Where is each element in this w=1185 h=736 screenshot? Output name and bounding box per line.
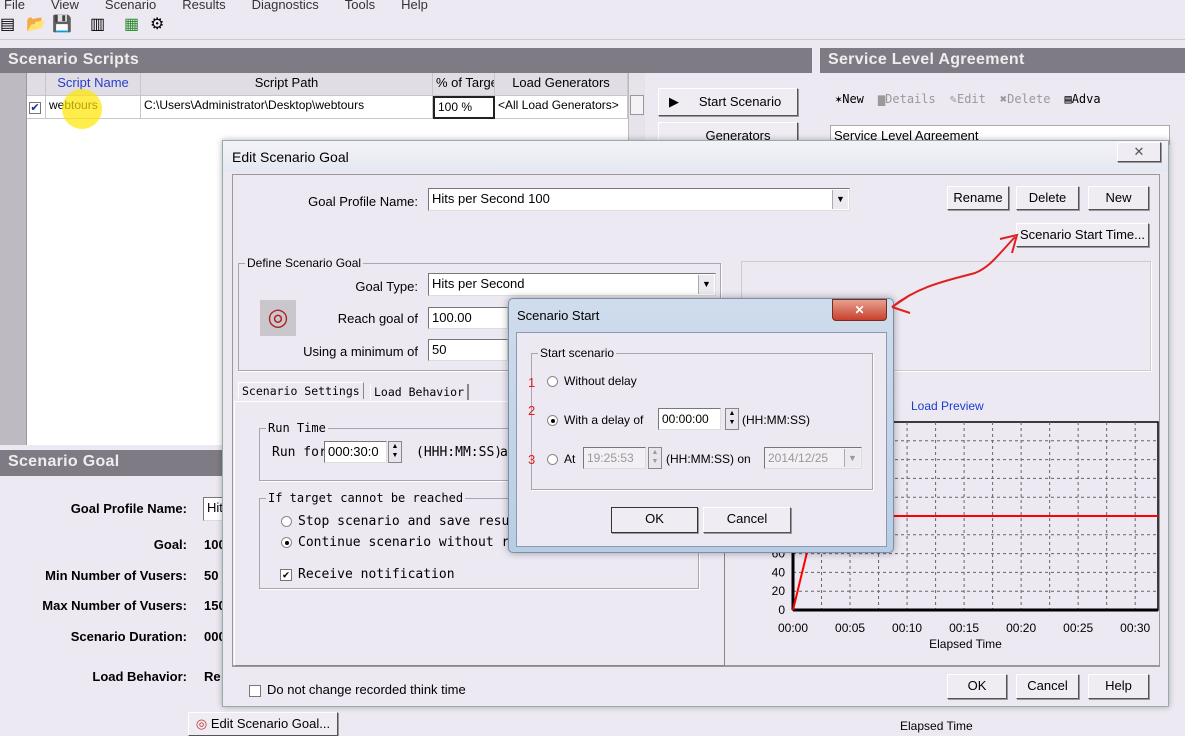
new-button[interactable]: New: [1088, 186, 1149, 210]
goal-profile-name-combo[interactable]: Hits per Second 100 ▼: [428, 188, 850, 211]
menu-results[interactable]: Results: [182, 0, 225, 12]
x-tick-label: 00:05: [835, 621, 865, 635]
annotation-2: 2: [528, 403, 536, 418]
receive-notification-checkbox[interactable]: ✔ Receive notification: [280, 567, 455, 582]
goal-type-combo[interactable]: Hits per Second ▼: [428, 273, 716, 296]
scenario-goal-header: Scenario Goal: [0, 450, 228, 476]
menu-tools[interactable]: Tools: [345, 0, 375, 12]
x-axis-label: Elapsed Time: [929, 637, 1002, 651]
y-tick-label: 20: [772, 584, 786, 598]
cursor-highlight: [62, 89, 102, 129]
x-tick-label: 00:20: [1006, 621, 1036, 635]
target-arrow-icon: ◎: [260, 300, 296, 336]
col-script-path[interactable]: Script Path: [141, 73, 433, 96]
results-icon[interactable]: ▦: [124, 14, 139, 34]
run-for-input[interactable]: 000:30:0: [324, 441, 387, 463]
chevron-down-icon[interactable]: ▼: [832, 190, 848, 209]
menu-help[interactable]: Help: [401, 0, 428, 12]
continue-scenario-radio[interactable]: Continue scenario without reac: [281, 535, 533, 550]
at-time-input: 19:25:53: [583, 447, 646, 469]
open-icon[interactable]: 📂: [26, 14, 46, 34]
annotation-arrow: [891, 233, 1019, 314]
sla-advanced-button[interactable]: ▤Adva: [1064, 92, 1100, 106]
sla-edit-button[interactable]: ✎Edit: [950, 92, 986, 106]
script-enabled-checkbox[interactable]: ✔: [29, 101, 41, 114]
percent-cell[interactable]: 100 %: [433, 96, 495, 119]
sla-new-button[interactable]: ✶New: [835, 92, 864, 106]
col-percent[interactable]: % of Targe: [433, 73, 495, 96]
toolbar: ▤ 📂 💾 ▥ ▦ ⚙: [0, 12, 1185, 40]
sla-header: Service Level Agreement: [820, 48, 1185, 73]
scenario-start-dialog: Scenario Start ✕ Start scenario 1 2 3 Wi…: [508, 298, 894, 553]
menu-file[interactable]: File: [4, 0, 25, 12]
dialog-titlebar[interactable]: Edit Scenario Goal ✕: [223, 141, 1168, 172]
target-icon: ◎: [195, 716, 208, 731]
x-tick-label: 00:25: [1063, 621, 1093, 635]
stop-scenario-radio[interactable]: Stop scenario and save results: [281, 514, 533, 529]
new-scenario-icon[interactable]: ▤: [0, 14, 15, 34]
rename-button[interactable]: Rename: [947, 186, 1009, 210]
sla-delete-button[interactable]: ✖Delete: [1000, 92, 1051, 106]
generators-cell[interactable]: <All Load Generators>: [495, 96, 628, 119]
close-icon[interactable]: ✕: [1117, 142, 1161, 162]
x-tick-label: 00:00: [778, 621, 808, 635]
chevron-down-icon: ▼: [844, 449, 860, 467]
menu-diagnostics[interactable]: Diagnostics: [252, 0, 319, 12]
run-for-spinner[interactable]: ▲ ▼: [388, 441, 402, 463]
delay-spinner[interactable]: ▲ ▼: [725, 408, 739, 430]
menu-bar: File View Scenario Results Diagnostics T…: [4, 0, 428, 12]
minimum-vusers-input[interactable]: 50: [428, 339, 508, 361]
save-icon[interactable]: 💾: [52, 14, 72, 34]
edit-scenario-goal-button[interactable]: ◎ Edit Scenario Goal...: [188, 712, 338, 736]
annotation-1: 1: [528, 375, 536, 390]
think-time-checkbox[interactable]: Do not change recorded think time: [249, 682, 466, 697]
y-tick-label: 0: [778, 603, 785, 617]
play-icon: ▶: [669, 94, 679, 109]
with-delay-radio[interactable]: With a delay of: [547, 413, 643, 427]
scenario-start-time-button[interactable]: Scenario Start Time...: [1016, 223, 1149, 247]
delay-input[interactable]: 00:00:00: [658, 408, 721, 430]
x-tick-label: 00:30: [1120, 621, 1150, 635]
col-load-generators[interactable]: Load Generators: [495, 73, 628, 96]
diagnostics-icon[interactable]: ⚙: [150, 14, 164, 34]
at-time-spinner: ▲ ▼: [648, 447, 662, 469]
without-delay-radio[interactable]: Without delay: [547, 374, 637, 388]
start-cancel-button[interactable]: Cancel: [703, 507, 791, 533]
y-tick-label: 40: [772, 565, 786, 579]
scenario-scripts-header: Scenario Scripts: [0, 48, 812, 73]
start-scenario-button[interactable]: ▶ Start Scenario: [658, 88, 798, 116]
behind-elapsed-time: Elapsed Time: [900, 719, 973, 733]
x-tick-label: 00:10: [892, 621, 922, 635]
delete-button[interactable]: Delete: [1016, 186, 1079, 210]
sla-toolbar: ✶New ▆Details ✎Edit ✖Delete ▤Adva: [835, 92, 1101, 106]
chevron-down-icon[interactable]: ▼: [698, 275, 714, 294]
tab-load-behavior[interactable]: Load Behavior: [370, 384, 470, 400]
start-ok-button[interactable]: OK: [611, 507, 698, 533]
help-button[interactable]: Help: [1088, 674, 1149, 699]
x-tick-label: 00:15: [949, 621, 979, 635]
menu-view[interactable]: View: [51, 0, 79, 12]
ok-button[interactable]: OK: [947, 674, 1007, 699]
close-icon[interactable]: ✕: [832, 299, 887, 321]
date-picker: 2014/12/25 ▼: [764, 447, 862, 469]
cancel-button[interactable]: Cancel: [1016, 674, 1079, 699]
script-path-cell: C:\Users\Administrator\Desktop\webtours: [141, 96, 433, 119]
reach-goal-input[interactable]: 100.00: [428, 307, 508, 329]
tab-scenario-settings[interactable]: Scenario Settings: [238, 382, 364, 399]
generators-icon[interactable]: ▥: [90, 14, 105, 34]
sla-details-button[interactable]: ▆Details: [878, 92, 936, 106]
at-time-radio[interactable]: At: [547, 452, 575, 466]
menu-scenario[interactable]: Scenario: [105, 0, 156, 12]
annotation-3: 3: [528, 452, 536, 467]
